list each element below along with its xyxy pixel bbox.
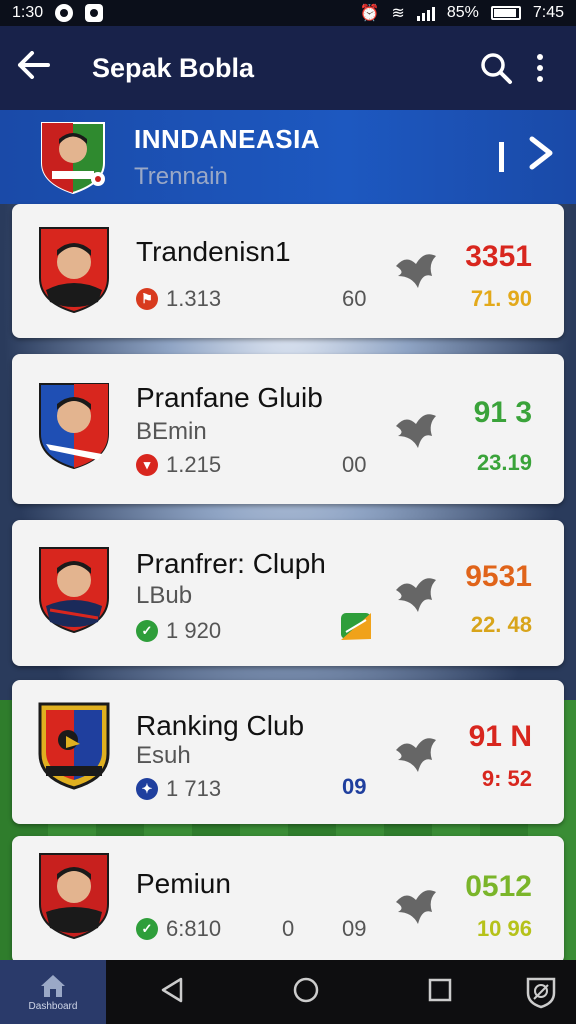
chevron-right-icon[interactable]	[526, 132, 556, 182]
nav-home-label: Dashboard	[28, 1000, 78, 1012]
club-subtitle: LBub	[136, 582, 193, 609]
battery-icon	[490, 6, 521, 20]
bird-icon	[396, 414, 436, 448]
club-card[interactable]: Pranfrer: Cluph LBub ✓ 1 920 9531 22. 48	[12, 520, 564, 666]
search-icon[interactable]	[472, 44, 520, 92]
flag-icon	[341, 613, 371, 640]
bird-icon	[396, 738, 436, 772]
banner-text: INNDANEASIA Trennain	[134, 124, 499, 191]
club-score-secondary: 22. 48	[470, 612, 532, 637]
app-bar: Sepak Bobla	[0, 26, 576, 110]
check-badge-icon: ✓	[136, 620, 158, 642]
club-crest-icon	[39, 227, 109, 314]
club-name: Trandenisn1	[136, 236, 291, 267]
club-meta-value: 1 713	[166, 776, 222, 801]
status-left: 1:30	[12, 4, 104, 22]
club-card[interactable]: Pranfane Gluib BEmin ▾ 1.215 00 91 3 23.…	[12, 354, 564, 504]
team-subtitle: Trennain	[134, 162, 228, 190]
club-card[interactable]: Ranking Club Esuh ✦ 1 713 09 91 N 9: 52	[12, 680, 564, 824]
club-crest-icon	[39, 547, 109, 634]
club-mid-value-secondary: 09	[342, 916, 367, 941]
club-meta: ✓ 6:810	[136, 916, 221, 942]
bird-icon	[396, 890, 436, 924]
camera-icon	[85, 4, 104, 22]
club-mid-value: 0	[282, 916, 295, 941]
bird-icon	[396, 254, 436, 288]
club-score-secondary: 9: 52	[481, 766, 532, 791]
club-name: Pranfrer: Cluph	[136, 548, 326, 579]
club-meta: ✓ 1 920	[136, 618, 221, 644]
team-name: INNDANEASIA	[134, 123, 321, 154]
club-mid-value: 00	[342, 452, 367, 477]
club-meta-value: 1.215	[166, 452, 222, 477]
more-vert-icon[interactable]	[520, 54, 560, 82]
club-name: Ranking Club	[136, 710, 305, 741]
status-right-time: 7:45	[532, 4, 564, 21]
triangle-back-icon[interactable]	[159, 976, 185, 1009]
club-card[interactable]: Trandenisn1 ⚑ 1.313 60 3351 71. 90	[12, 204, 564, 338]
club-meta-value: 1.313	[166, 286, 222, 311]
status-time: 1:30	[12, 4, 44, 21]
banner-nav	[499, 132, 556, 182]
circle-home-icon[interactable]	[292, 976, 320, 1009]
club-meta: ✦ 1 713	[136, 776, 221, 802]
alarm-icon: ⏰	[359, 5, 380, 22]
club-meta: ⚑ 1.313	[136, 286, 221, 312]
club-mid-value: 09	[342, 774, 367, 799]
club-score-secondary: 10 96	[476, 916, 532, 941]
club-crest-icon	[39, 853, 109, 940]
status-bar: 1:30 ⏰ ≋ 85% 7:45	[0, 0, 576, 26]
signal-icon	[416, 5, 435, 21]
club-score-secondary: 71. 90	[470, 286, 532, 311]
divider-bar	[499, 142, 504, 172]
battery-percent: 85%	[446, 4, 479, 21]
bird-icon	[396, 578, 436, 612]
club-meta-value: 1 920	[166, 618, 222, 643]
home-icon	[41, 974, 65, 997]
club-card[interactable]: Pemiun ✓ 6:810 0 09 0512 10 96	[12, 836, 564, 964]
club-score: 9531	[465, 560, 532, 593]
club-subtitle: BEmin	[136, 418, 207, 445]
club-meta-value: 6:810	[166, 916, 222, 941]
club-score: 0512	[465, 870, 532, 903]
status-badge-icon: ✦	[136, 778, 158, 800]
club-meta: ▾ 1.215	[136, 452, 221, 478]
system-nav	[106, 976, 506, 1009]
check-badge-icon: ✓	[136, 918, 158, 940]
arrow-back-icon[interactable]	[16, 49, 64, 88]
club-crest-icon	[39, 383, 109, 470]
status-badge-icon: ⚑	[136, 288, 158, 310]
team-crest-icon	[41, 122, 105, 195]
status-right: ⏰ ≋ 85% 7:45	[360, 3, 565, 23]
status-badge-icon: ▾	[136, 454, 158, 476]
club-name: Pemiun	[136, 868, 231, 899]
club-crest-icon	[38, 702, 110, 790]
team-banner[interactable]: INNDANEASIA Trennain	[0, 110, 576, 204]
shield-icon[interactable]	[506, 975, 576, 1009]
club-mid-value: 60	[342, 286, 367, 311]
club-score: 3351	[465, 240, 532, 273]
bottom-nav: Dashboard	[0, 960, 576, 1024]
notification-icon	[55, 4, 74, 22]
nav-home[interactable]: Dashboard	[0, 960, 106, 1024]
club-score: 91 3	[473, 396, 532, 429]
app-title: Sepak Bobla	[92, 52, 255, 83]
club-name: Pranfane Gluib	[136, 382, 323, 413]
club-score: 91 N	[468, 720, 532, 753]
square-recents-icon[interactable]	[427, 977, 453, 1008]
club-score-secondary: 23.19	[476, 450, 532, 475]
wifi-icon: ≋	[391, 5, 405, 22]
club-subtitle: Esuh	[136, 742, 191, 769]
